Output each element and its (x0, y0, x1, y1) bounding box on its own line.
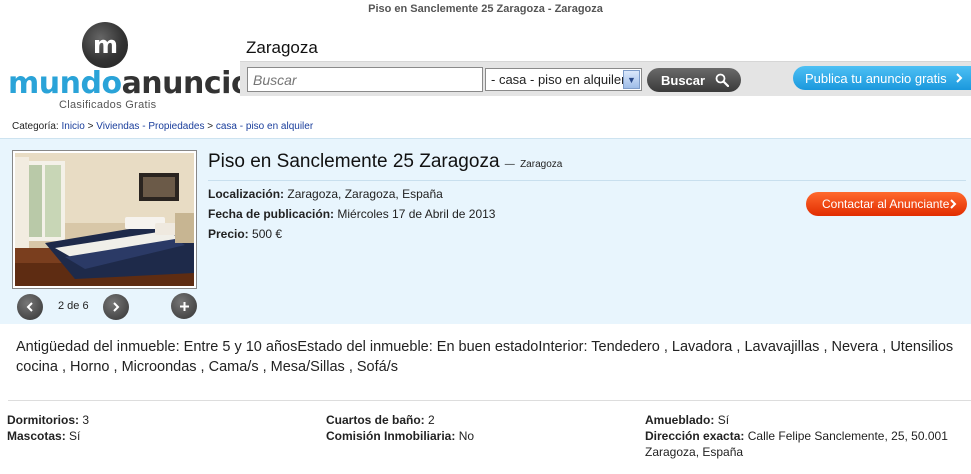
search-button[interactable]: Buscar (647, 68, 741, 92)
search-button-label: Buscar (661, 72, 706, 88)
address-label: Dirección exacta: (645, 429, 745, 443)
listing-city: Zaragoza (520, 159, 563, 170)
breadcrumb-prefix: Categoría: (12, 121, 59, 132)
site-logo[interactable]: m mundoanuncio Clasificados Gratis (8, 22, 252, 112)
chevron-down-icon[interactable]: ▼ (623, 70, 640, 89)
listing-price: Precio: 500 € (208, 227, 282, 241)
chevron-left-icon (26, 302, 33, 312)
pets-label: Mascotas: (7, 429, 66, 443)
category-select-value: - casa - piso en alquiler (491, 72, 626, 87)
breadcrumb-rental[interactable]: casa - piso en alquiler (216, 121, 313, 132)
pets-value: Sí (69, 429, 81, 443)
attr-commission: Comisión Inmobiliaria: No (326, 428, 474, 444)
breadcrumb-home[interactable]: Inicio (61, 121, 84, 132)
listing-title-row: Piso en Sanclemente 25 Zaragoza — Zarago… (208, 151, 562, 173)
attr-bedrooms: Dormitorios: 3 (7, 412, 89, 428)
commission-value: No (458, 429, 475, 443)
breadcrumb-housing[interactable]: Viviendas - Propiedades (96, 121, 204, 132)
date-value: Miércoles 17 de Abril de 2013 (337, 207, 496, 221)
contact-advertiser-button[interactable]: Contactar al Anunciante (806, 192, 967, 216)
location-value: Zaragoza, Zaragoza, España (287, 187, 443, 201)
listing-panel: 2 de 6 Piso en Sanclemente 25 Zaragoza —… (0, 138, 971, 324)
chevron-right-icon (950, 199, 957, 209)
price-label: Precio: (208, 227, 249, 241)
bathrooms-label: Cuartos de baño: (326, 413, 425, 427)
logo-tagline: Clasificados Gratis (59, 99, 157, 111)
furnished-value: Sí (717, 413, 730, 427)
bedrooms-value: 3 (82, 413, 90, 427)
attr-furnished: Amueblado: Sí (645, 412, 729, 428)
photo-prev-button[interactable] (17, 294, 43, 320)
attr-pets: Mascotas: Sí (7, 428, 80, 444)
bedrooms-label: Dormitorios: (7, 413, 79, 427)
furnished-label: Amueblado: (645, 413, 715, 427)
chevron-right-icon (956, 73, 963, 83)
search-input[interactable] (247, 67, 483, 92)
attr-address: Dirección exacta: Calle Felipe Sanclemen… (645, 428, 965, 460)
category-select[interactable]: - casa - piso en alquiler ▼ (485, 68, 642, 91)
listing-photo[interactable] (12, 150, 197, 289)
photo-zoom-button[interactable] (171, 293, 197, 319)
listing-description: Antigüedad del inmueble: Entre 5 y 10 añ… (16, 339, 954, 375)
publish-ad-button[interactable]: Publica tu anuncio gratis (793, 66, 971, 90)
logo-wordmark: mundoanuncio (8, 66, 252, 101)
section-divider (8, 400, 971, 401)
photo-counter: 2 de 6 (58, 300, 89, 312)
contact-advertiser-label: Contactar al Anunciante (822, 197, 950, 211)
breadcrumb-separator: > (87, 121, 94, 132)
plus-icon (179, 301, 189, 311)
publish-ad-label: Publica tu anuncio gratis (805, 70, 947, 86)
page-title: Piso en Sanclemente 25 Zaragoza - Zarago… (368, 3, 603, 15)
bedroom-photo (15, 153, 194, 286)
breadcrumb: Categoría: Inicio > Viviendas - Propieda… (12, 121, 313, 132)
header-city: Zaragoza (246, 38, 318, 57)
attr-bathrooms: Cuartos de baño: 2 (326, 412, 435, 428)
listing-title-dash: — (504, 159, 515, 170)
location-label: Localización: (208, 187, 285, 201)
title-divider (208, 180, 966, 181)
date-label: Fecha de publicación: (208, 207, 335, 221)
magnifier-icon (715, 73, 729, 87)
breadcrumb-separator: > (207, 121, 214, 132)
price-value: 500 € (252, 227, 283, 241)
listing-date: Fecha de publicación: Miércoles 17 de Ab… (208, 207, 495, 221)
chevron-right-icon (113, 302, 120, 312)
photo-next-button[interactable] (103, 294, 129, 320)
listing-title: Piso en Sanclemente 25 Zaragoza (208, 151, 500, 172)
listing-location: Localización: Zaragoza, Zaragoza, España (208, 187, 443, 201)
bathrooms-value: 2 (428, 413, 435, 427)
commission-label: Comisión Inmobiliaria: (326, 429, 456, 443)
logo-mark-icon: m (82, 22, 128, 68)
